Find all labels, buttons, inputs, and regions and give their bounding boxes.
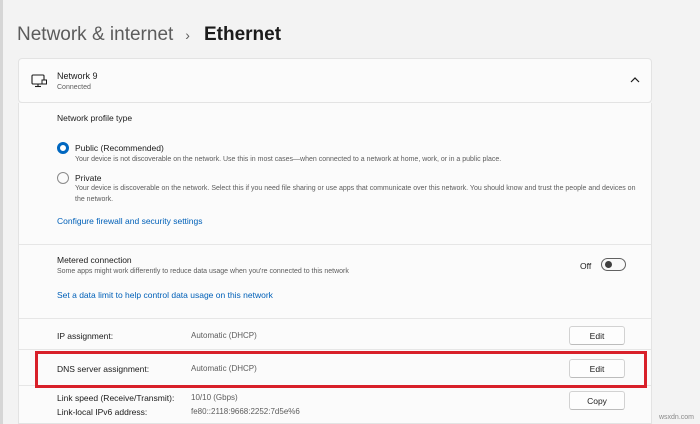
- link-speed-value: 10/10 (Gbps): [191, 393, 238, 402]
- radio-private[interactable]: [57, 172, 69, 184]
- section-divider: [19, 349, 651, 350]
- metered-toggle-state: Off: [580, 261, 592, 271]
- toggle-knob: [605, 261, 612, 268]
- data-limit-link[interactable]: Set a data limit to help control data us…: [57, 290, 273, 300]
- breadcrumb-parent-link[interactable]: Network & internet: [17, 24, 173, 46]
- ip-assignment-label: IP assignment:: [57, 331, 114, 341]
- radio-private-description: Your device is discoverable on the netwo…: [75, 185, 636, 203]
- firewall-settings-link[interactable]: Configure firewall and security settings: [57, 216, 203, 226]
- ipv6-label: Link-local IPv6 address:: [57, 407, 148, 417]
- window-left-edge: [0, 0, 3, 424]
- breadcrumb-chevron-icon: ›: [185, 27, 190, 43]
- breadcrumb: Network & internet › Ethernet: [17, 22, 281, 48]
- ethernet-monitor-icon: [31, 74, 47, 88]
- metered-title: Metered connection: [57, 255, 132, 265]
- ip-edit-button[interactable]: Edit: [569, 326, 625, 345]
- watermark: wsxdn.com: [658, 414, 694, 421]
- dns-highlight-annotation: [35, 351, 647, 388]
- network-header-card[interactable]: Network 9 Connected: [18, 58, 652, 103]
- radio-public-label: Public (Recommended): [75, 143, 164, 153]
- network-name: Network 9: [57, 71, 98, 81]
- metered-toggle[interactable]: [601, 258, 626, 271]
- section-divider: [19, 318, 651, 319]
- page-title: Ethernet: [203, 24, 282, 45]
- chevron-up-icon[interactable]: [629, 75, 641, 85]
- section-divider: [19, 244, 651, 245]
- profile-section-title: Network profile type: [57, 113, 133, 123]
- radio-public[interactable]: [57, 142, 69, 154]
- radio-private-label: Private: [75, 173, 102, 183]
- ip-assignment-value: Automatic (DHCP): [191, 331, 257, 340]
- ipv6-value: fe80::2118:9668:2252:7d5e%6: [191, 407, 300, 416]
- copy-button[interactable]: Copy: [569, 391, 625, 410]
- network-status: Connected: [57, 84, 91, 91]
- radio-public-description: Your device is not discoverable on the n…: [75, 156, 502, 163]
- metered-description: Some apps might work differently to redu…: [57, 268, 349, 275]
- link-speed-label: Link speed (Receive/Transmit):: [57, 393, 175, 403]
